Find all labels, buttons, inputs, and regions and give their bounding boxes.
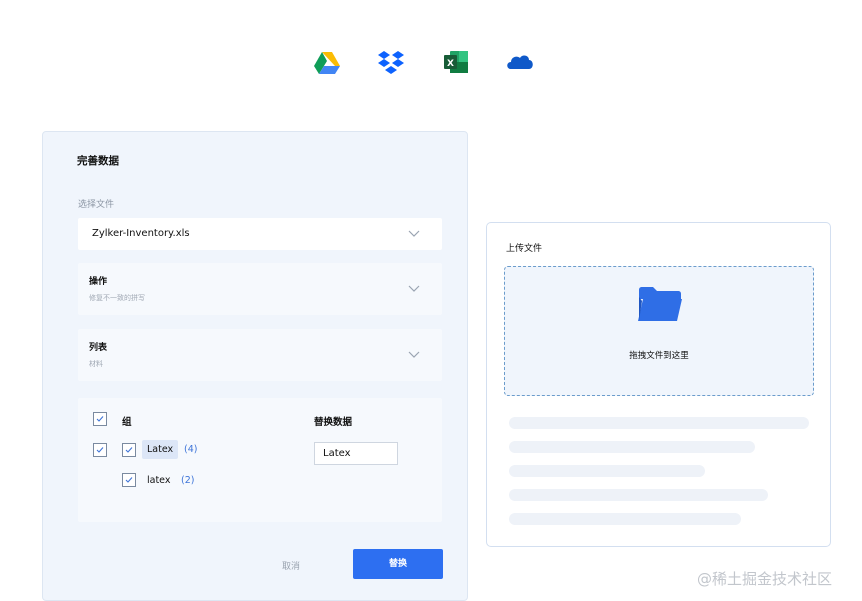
check-icon: [96, 416, 104, 422]
upload-panel: 上传文件 拖拽文件到这里: [486, 222, 831, 547]
item-count: (2): [181, 475, 195, 486]
cancel-button[interactable]: 取消: [282, 559, 300, 572]
action-subtitle: 修复不一致的拼写: [89, 294, 145, 302]
check-icon: [125, 447, 133, 453]
list-subtitle: 材料: [89, 360, 103, 368]
file-dropzone[interactable]: 拖拽文件到这里: [504, 266, 814, 396]
dropbox-icon[interactable]: [377, 48, 405, 76]
skeleton-line: [509, 489, 768, 501]
list-dropdown[interactable]: 列表 材料: [78, 329, 442, 381]
replace-value-input[interactable]: Latex: [314, 442, 398, 465]
skeleton-line: [509, 465, 705, 477]
item-label-latex-lower: latex: [147, 475, 171, 486]
chevron-down-icon: [408, 351, 420, 358]
google-drive-icon[interactable]: [313, 48, 341, 76]
folder-icon: [638, 287, 682, 321]
excel-icon[interactable]: X: [442, 48, 470, 76]
file-select-value: Zylker-Inventory.xls: [92, 228, 190, 239]
select-all-checkbox[interactable]: [93, 412, 107, 426]
list-title: 列表: [89, 343, 108, 353]
watermark-text: @稀土掘金技术社区: [697, 570, 833, 588]
item-label-latex-upper: Latex: [142, 440, 179, 459]
svg-text:X: X: [447, 59, 454, 69]
skeleton-line: [509, 513, 741, 525]
item-checkbox-latex-lower[interactable]: [122, 473, 136, 487]
check-icon: [96, 447, 104, 453]
chevron-down-icon: [408, 230, 420, 237]
replace-data-header: 替换数据: [314, 417, 353, 428]
onedrive-icon[interactable]: [505, 48, 533, 76]
refine-data-panel: 完善数据 选择文件 Zylker-Inventory.xls 操作 修复不一致的…: [42, 131, 468, 601]
group-header: 组: [122, 417, 132, 428]
skeleton-line: [509, 417, 809, 429]
item-checkbox-latex-upper[interactable]: [122, 443, 136, 457]
group-card: 组 替换数据 Latex (4) Latex latex (2): [78, 398, 442, 522]
panel-title: 完善数据: [77, 155, 119, 167]
replace-button[interactable]: 替换: [353, 549, 443, 579]
dropzone-text: 拖拽文件到这里: [629, 351, 689, 361]
upload-title: 上传文件: [506, 244, 543, 254]
group-row-checkbox[interactable]: [93, 443, 107, 457]
skeleton-line: [509, 441, 755, 453]
chevron-down-icon: [408, 285, 420, 292]
check-icon: [125, 477, 133, 483]
action-title: 操作: [89, 277, 108, 287]
file-select-label: 选择文件: [78, 200, 115, 210]
action-dropdown[interactable]: 操作 修复不一致的拼写: [78, 263, 442, 315]
item-count: (4): [184, 444, 198, 455]
file-select-dropdown[interactable]: Zylker-Inventory.xls: [78, 218, 442, 250]
